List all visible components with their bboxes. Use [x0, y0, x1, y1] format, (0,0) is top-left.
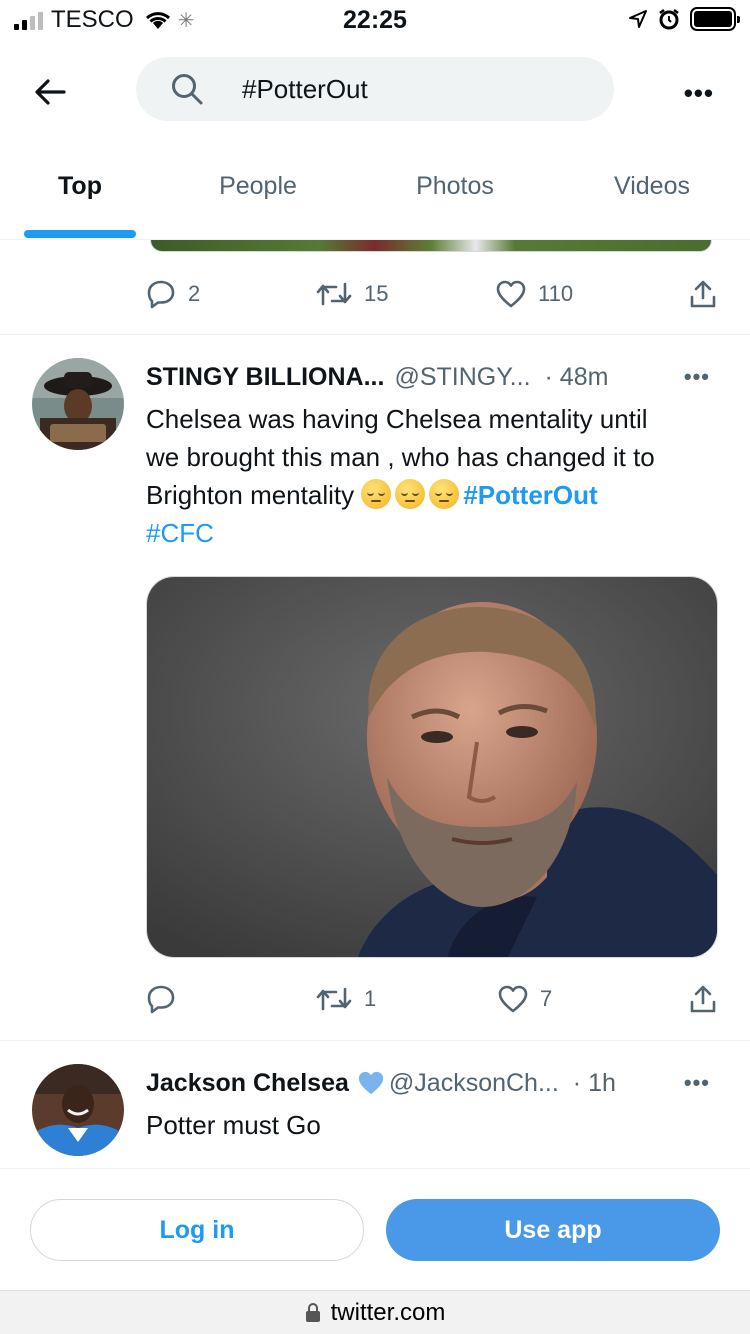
tweet-meta: Jackson Chelsea @JacksonCh... · 1h ••• [146, 1065, 710, 1101]
tweet-text-line: we brought this man , who has changed it… [146, 442, 655, 472]
author-name[interactable]: Jackson Chelsea [146, 1069, 349, 1098]
tweet-text: Potter must Go [146, 1110, 321, 1140]
tweet-more-icon[interactable]: ••• [684, 1070, 710, 1096]
heart-icon [496, 280, 526, 308]
alarm-icon [659, 9, 679, 30]
search-header: #PotterOut ••• Top People Photos Videos [0, 40, 750, 240]
lock-icon [305, 1302, 320, 1322]
reply-button[interactable] [146, 984, 316, 1014]
tab-top[interactable]: Top [0, 160, 160, 240]
login-prompt-bar: Log in Use app [0, 1168, 750, 1290]
tweet-text-segment: Brighton mentality [146, 480, 362, 510]
retweet-count: 1 [364, 986, 377, 1011]
tweet-photo-image [147, 577, 717, 957]
tweet-more-icon[interactable]: ••• [684, 364, 710, 390]
avatar-image [32, 1064, 124, 1156]
tab-photos[interactable]: Photos [356, 160, 554, 240]
blue-heart-icon [358, 1071, 383, 1095]
hashtag-link[interactable]: #PotterOut [463, 480, 597, 510]
retweet-icon [316, 282, 352, 306]
previous-tweet-image[interactable] [150, 240, 712, 252]
like-count: 110 [538, 281, 574, 306]
tweet-actions: 1 7 [146, 979, 718, 1019]
reply-icon [147, 985, 175, 1014]
search-icon [172, 74, 203, 105]
back-arrow-icon[interactable] [30, 72, 70, 112]
share-icon [690, 280, 716, 308]
like-button[interactable]: 110 [496, 280, 688, 308]
author-handle[interactable]: @STINGY... [394, 363, 530, 392]
more-options-icon[interactable]: ••• [684, 78, 714, 109]
retweet-button[interactable]: 1 [316, 985, 498, 1013]
tab-label: Photos [416, 172, 494, 200]
share-button[interactable] [688, 984, 718, 1014]
reply-button[interactable]: 2 [146, 279, 316, 309]
author-name[interactable]: STINGY BILLIONA... [146, 363, 384, 392]
share-icon [690, 985, 716, 1013]
like-count: 7 [540, 986, 553, 1011]
retweet-button[interactable]: 15 [316, 280, 496, 308]
tweet-time[interactable]: · 48m [545, 363, 609, 392]
pensive-face-emoji-icon [429, 479, 460, 509]
status-bar: TESCO ✳ 22:25 [0, 0, 750, 40]
active-tab-indicator [24, 230, 136, 238]
hashtag-link[interactable]: #CFC [146, 518, 214, 548]
tweet-text-line: Chelsea was having Chelsea mentality unt… [146, 404, 648, 434]
tweet-divider [0, 1040, 750, 1041]
tweet-photo[interactable] [146, 576, 718, 958]
search-input[interactable]: #PotterOut [136, 57, 614, 121]
avatar[interactable] [32, 1064, 124, 1156]
location-arrow-icon [629, 10, 647, 28]
login-button[interactable]: Log in [30, 1199, 364, 1261]
like-button[interactable]: 7 [498, 985, 688, 1013]
tab-label: People [219, 172, 297, 200]
tab-label: Videos [614, 172, 690, 200]
use-app-button[interactable]: Use app [386, 1199, 720, 1261]
tab-people[interactable]: People [160, 160, 356, 240]
retweet-icon [316, 987, 352, 1011]
share-button[interactable] [688, 279, 718, 309]
avatar[interactable] [32, 358, 124, 450]
browser-url-bar[interactable]: twitter.com [0, 1290, 750, 1334]
avatar-image [32, 358, 124, 450]
tweet-text-line-3: Brighton mentality #PotterOut [146, 476, 716, 514]
search-query: #PotterOut [242, 74, 368, 104]
url-text: twitter.com [330, 1298, 446, 1326]
pensive-face-emoji-icon [361, 479, 392, 509]
retweet-count: 15 [364, 281, 389, 306]
status-right [628, 7, 740, 31]
heart-icon [498, 985, 528, 1013]
tweet-actions: 2 15 110 [146, 274, 718, 314]
reply-icon [147, 280, 175, 309]
reply-count: 2 [188, 281, 201, 306]
battery-icon [690, 7, 740, 31]
tweet-text: Chelsea was having Chelsea mentality unt… [146, 400, 716, 552]
tab-label: Top [58, 172, 102, 200]
tab-videos[interactable]: Videos [554, 160, 750, 240]
search-tabs: Top People Photos Videos [0, 160, 750, 240]
tweet-meta: STINGY BILLIONA... @STINGY... · 48m ••• [146, 359, 710, 395]
tweet-divider [0, 334, 750, 335]
pensive-face-emoji-icon [395, 479, 426, 509]
author-handle[interactable]: @JacksonCh... [389, 1069, 559, 1098]
tweet-time[interactable]: · 1h [573, 1069, 616, 1098]
